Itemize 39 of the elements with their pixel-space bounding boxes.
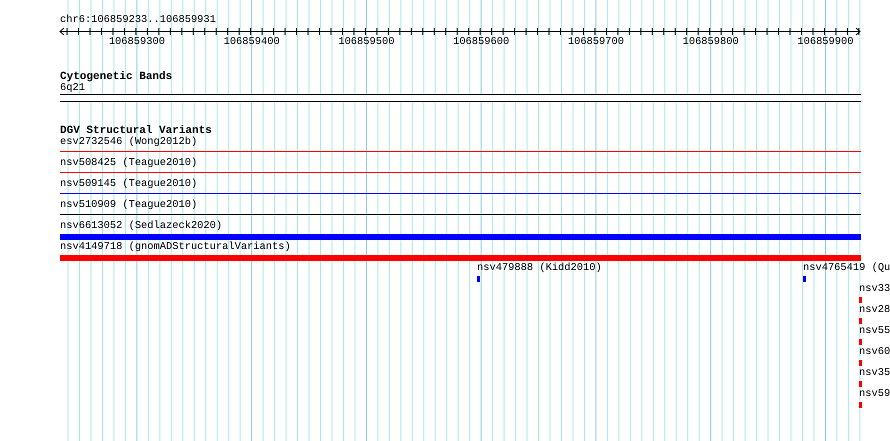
variant-bar[interactable] — [60, 255, 861, 261]
ruler-label: 106859300 — [108, 36, 165, 48]
ruler-label: 106859900 — [797, 36, 854, 48]
variant-mark[interactable] — [859, 402, 862, 408]
feature-label: nsv28 — [859, 305, 890, 316]
variant-mark[interactable] — [859, 339, 862, 345]
track-title: DGV Structural Variants — [60, 125, 213, 137]
variant-mark[interactable] — [859, 360, 862, 366]
variant-mark[interactable] — [477, 276, 480, 282]
location-label: chr6:106859233..106859931 — [60, 14, 217, 27]
feature-label: nsv55 — [859, 326, 890, 337]
feature-label: nsv60 — [859, 347, 890, 358]
feature-label: nsv479888 (Kidd2010) — [477, 263, 602, 274]
variant-mark[interactable] — [859, 297, 862, 303]
feature-label: nsv510909 (Teague2010) — [60, 200, 198, 211]
variant-mark[interactable] — [803, 276, 806, 282]
feature-label: nsv6613052 (Sedlazeck2020) — [60, 221, 222, 232]
band-label: 6q21 — [60, 83, 85, 94]
feature-label: nsv508425 (Teague2010) — [60, 158, 198, 169]
feature-label: esv2732546 (Wong2012b) — [60, 137, 198, 148]
variant-line[interactable] — [60, 193, 861, 194]
feature-label: nsv33 — [859, 284, 890, 295]
track-title: Cytogenetic Bands — [60, 71, 174, 83]
ruler-label: 106859800 — [682, 36, 739, 48]
variant-mark[interactable] — [859, 318, 862, 324]
ruler-label: 106859400 — [224, 36, 280, 48]
feature-label: nsv4765419 (Qu — [803, 263, 890, 274]
variant-mark[interactable] — [859, 381, 862, 387]
feature-label: nsv59 — [859, 389, 890, 400]
variant-line[interactable] — [60, 214, 861, 215]
ruler-label: 106859500 — [338, 36, 394, 48]
ruler-label: 106859700 — [568, 36, 624, 48]
variant-line[interactable] — [60, 172, 861, 173]
variant-bar[interactable] — [60, 234, 861, 240]
variant-line[interactable] — [60, 151, 861, 152]
feature-label: nsv35 — [859, 368, 890, 379]
ruler-label: 106859600 — [453, 36, 510, 48]
feature-label: nsv4149718 (gnomADStructuralVariants) — [60, 242, 291, 253]
feature-label: nsv509145 (Teague2010) — [60, 179, 198, 190]
